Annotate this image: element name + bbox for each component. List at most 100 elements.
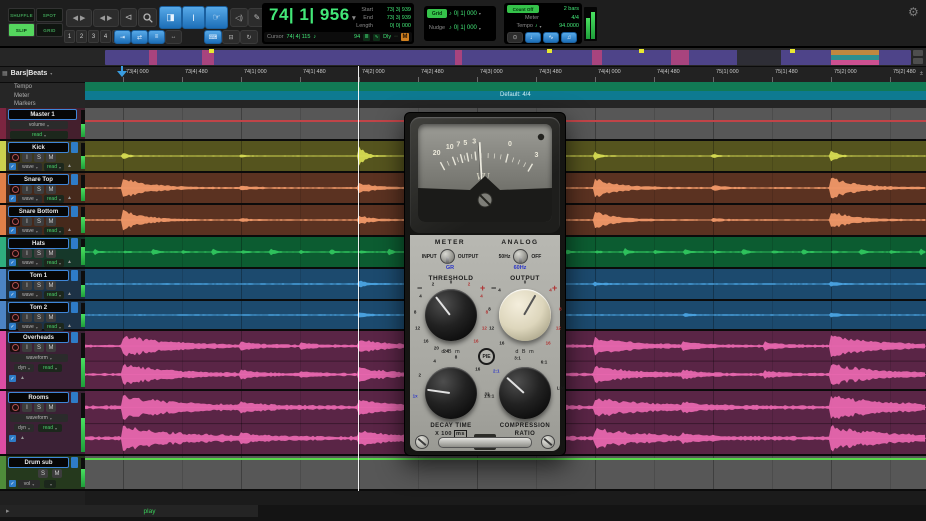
nudge-value[interactable]: 0| 1| 000 <box>454 25 477 31</box>
main-counter[interactable]: 74| 1| 956 ▾ <box>269 5 356 25</box>
track-lane-drum-sub[interactable] <box>85 456 926 491</box>
track-name[interactable]: Hats <box>8 238 69 249</box>
collapse-triangle-icon[interactable]: ▲ <box>67 291 72 297</box>
record-arm-button[interactable] <box>10 281 20 290</box>
ruler-name[interactable]: Bars|Beats <box>11 70 48 77</box>
track-view-selector[interactable]: waveform▾ <box>10 414 68 422</box>
dyn-view-selector[interactable]: dyn▾ <box>14 364 34 372</box>
memory-location-marker[interactable] <box>547 49 552 53</box>
track-view-selector[interactable]: wave▾ <box>18 291 42 299</box>
solo-button[interactable]: S <box>34 281 44 290</box>
solo-button[interactable]: S <box>34 343 44 352</box>
horizontal-zoom-buttons[interactable]: ◀▶ <box>66 9 92 27</box>
track-select-tab[interactable] <box>71 270 78 281</box>
zoom-preset-3-button[interactable]: 3 <box>88 30 99 43</box>
markers-ruler-label[interactable]: Markers+ <box>0 100 85 108</box>
output-knob[interactable] <box>499 289 551 341</box>
track-view-selector[interactable]: wave▾ <box>18 323 42 331</box>
nudge-label[interactable]: Nudge <box>427 25 447 31</box>
analog-switch[interactable] <box>513 249 528 264</box>
collapse-triangle-icon[interactable]: ▲ <box>67 163 72 169</box>
mute-button[interactable]: M <box>46 403 56 412</box>
timebase-selector[interactable]: ✓ <box>9 323 16 330</box>
metronome-button[interactable]: ♩ <box>525 32 541 43</box>
timebase-selector[interactable]: ✓ <box>9 259 16 266</box>
timebase-selector[interactable]: ✓ <box>9 291 16 298</box>
track-view-selector[interactable]: wave▾ <box>18 259 42 267</box>
automation-mode-selector[interactable]: read▾ <box>44 323 64 331</box>
meter-switch[interactable] <box>440 249 455 264</box>
collapse-triangle-icon[interactable]: ▲ <box>67 195 72 201</box>
automation-mode-selector[interactable]: read▾ <box>38 424 62 432</box>
automation-line[interactable] <box>85 458 926 460</box>
timebase-selector[interactable]: ✓ <box>9 195 16 202</box>
track-select-tab[interactable] <box>71 206 78 217</box>
grid-value-button[interactable]: Grid <box>427 9 447 18</box>
mute-button[interactable]: M <box>46 185 56 194</box>
track-view-selector[interactable]: volume▾ <box>10 121 68 129</box>
conductor-button[interactable]: ♫ <box>561 32 577 43</box>
memory-location-marker[interactable] <box>639 49 644 53</box>
track-view-selector[interactable]: vol▾ <box>18 480 40 488</box>
memory-location-marker[interactable] <box>790 49 795 53</box>
session-overview-bar[interactable] <box>105 50 911 65</box>
record-arm-button[interactable] <box>10 403 20 412</box>
bars-beats-ruler[interactable]: ▦ Bars|Beats ▾ 73|4| 00073|4| 48074|1| 0… <box>0 66 926 83</box>
solo-button[interactable]: S <box>34 249 44 258</box>
mode-spot-button[interactable]: SPOT <box>36 8 63 22</box>
input-monitor-button[interactable]: I <box>22 217 32 226</box>
link-timeline-edit-selection-button[interactable]: ≡ <box>148 30 165 44</box>
nudge-caret-icon[interactable]: ▾ <box>479 26 481 31</box>
automation-mode-selector[interactable]: read▾ <box>38 364 62 372</box>
automation-mode-selector[interactable]: read▾ <box>44 259 64 267</box>
input-monitor-button[interactable]: I <box>22 403 32 412</box>
overview-scroll-up-button[interactable] <box>913 50 923 56</box>
mode-grid-button[interactable]: GRID <box>36 23 63 37</box>
dyn-view-selector[interactable]: dyn▾ <box>14 424 34 432</box>
compression-ratio-knob[interactable] <box>499 367 551 419</box>
record-arm-button[interactable] <box>10 313 20 322</box>
input-monitor-button[interactable]: I <box>22 185 32 194</box>
tempo-caret-icon[interactable]: ▾ <box>540 24 542 29</box>
tab-to-transient-button[interactable]: ⇥ <box>114 30 131 44</box>
automation-mode-selector[interactable]: read▾ <box>44 291 64 299</box>
track-height-buttons[interactable]: ◀▶ <box>93 9 119 27</box>
record-arm-button[interactable] <box>10 153 20 162</box>
timeline-insertion-marker[interactable] <box>117 66 127 77</box>
track-name[interactable]: Tom 2 <box>8 302 69 313</box>
track-select-tab[interactable] <box>71 392 78 403</box>
trim-tool-button[interactable]: ⊲ <box>120 8 137 27</box>
record-arm-button[interactable] <box>10 343 20 352</box>
timebase-selector[interactable]: ✓ <box>9 480 16 487</box>
tempo-ruler-label[interactable]: Tempo+ <box>0 82 85 91</box>
track-view-selector[interactable]: wave▾ <box>18 195 42 203</box>
count-off-button[interactable]: Count Off <box>507 5 539 13</box>
solo-button[interactable]: S <box>34 313 44 322</box>
track-select-tab[interactable] <box>71 238 78 249</box>
record-arm-button[interactable] <box>10 249 20 258</box>
automation-mode-selector[interactable]: read▾ <box>10 131 68 139</box>
meter-value[interactable]: 4/4 <box>539 15 579 21</box>
record-arm-button[interactable] <box>10 217 20 226</box>
decay-time-knob[interactable] <box>425 367 477 419</box>
timebase-selector[interactable]: ✓ <box>9 163 16 170</box>
collapse-triangle-icon[interactable]: ▲ <box>20 375 25 381</box>
ruler-caret-icon[interactable]: ▾ <box>50 71 52 76</box>
collapse-triangle-icon[interactable]: ▲ <box>67 259 72 265</box>
track-select-tab[interactable] <box>71 302 78 313</box>
input-monitor-button[interactable]: I <box>22 249 32 258</box>
mute-button[interactable]: M <box>46 249 56 258</box>
automation-mode-selector[interactable]: read▾ <box>44 227 64 235</box>
mute-button[interactable]: M <box>46 313 56 322</box>
solo-button[interactable]: S <box>34 185 44 194</box>
memory-location-marker[interactable] <box>209 49 214 53</box>
wait-for-note-button[interactable]: ⊙ <box>507 32 523 43</box>
input-monitor-button[interactable]: I <box>22 153 32 162</box>
mute-button[interactable]: M <box>46 281 56 290</box>
input-monitor-button[interactable]: I <box>22 281 32 290</box>
output-window-button[interactable]: ▾ <box>44 480 56 488</box>
threshold-knob[interactable] <box>425 289 477 341</box>
tempo-value[interactable]: 94.0000 <box>544 23 579 29</box>
input-monitor-button[interactable]: I <box>22 313 32 322</box>
timebase-selector[interactable]: ✓ <box>9 435 16 442</box>
